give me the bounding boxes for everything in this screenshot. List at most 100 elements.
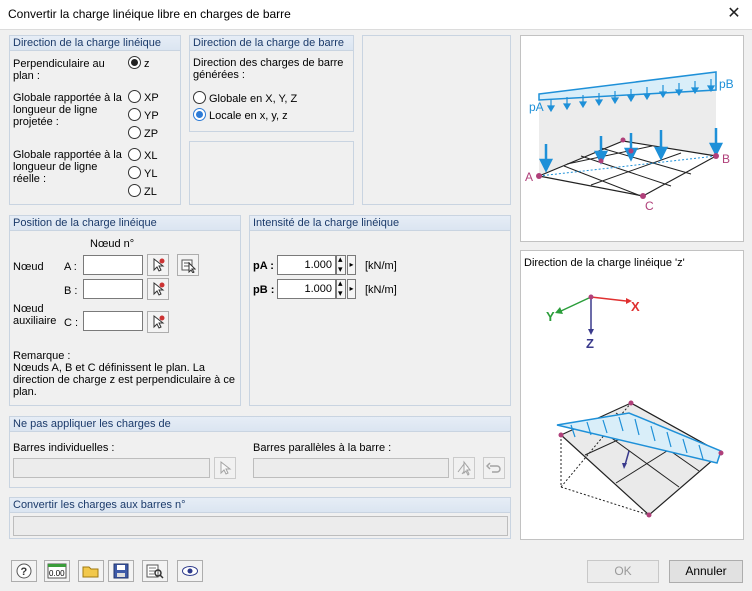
node-b-label: B :	[64, 285, 78, 297]
radio-yl[interactable]	[128, 166, 141, 179]
pick-parallel-icon	[457, 460, 471, 476]
select-node-a-list-button[interactable]	[177, 254, 199, 276]
node-a-input[interactable]	[83, 255, 143, 275]
pick-node-a-button[interactable]	[147, 254, 169, 276]
exclusion-header: Ne pas appliquer les charges de	[10, 417, 510, 432]
pick-cursor-icon	[153, 257, 165, 272]
parallel-members-label: Barres parallèles à la barre :	[253, 442, 392, 454]
node-c-label: C :	[64, 317, 79, 329]
radio-yp-label: YP	[144, 110, 159, 122]
node-a-diagram-label: A	[525, 170, 533, 184]
radio-xp[interactable]	[128, 90, 141, 103]
radio-local-label: Locale en x, y, z	[209, 110, 288, 122]
pb-spinner[interactable]	[336, 278, 346, 299]
preview-diagram-top: pA pB A B C	[520, 35, 744, 242]
real-length-label: Globale rapportée à la longueur de ligne…	[13, 149, 122, 185]
radio-xl-label: XL	[144, 150, 158, 162]
member-load-direction-header: Direction de la charge de barre	[190, 36, 353, 51]
radio-z[interactable]	[128, 56, 141, 69]
window-title: Convertir la charge linéique libre en ch…	[8, 7, 291, 21]
pick-individual-members-button[interactable]	[214, 457, 236, 479]
pa-label: pA :	[253, 260, 274, 272]
view-button[interactable]	[177, 560, 203, 582]
node-b-input[interactable]	[83, 279, 143, 299]
help-button[interactable]: ?	[11, 560, 37, 582]
radio-zp[interactable]	[128, 126, 141, 139]
intensity-group: Intensité de la charge linéique pA : 1.0…	[249, 215, 511, 406]
save-button[interactable]	[108, 560, 134, 582]
radio-local-xyz[interactable]	[193, 108, 206, 121]
convert-members-input[interactable]	[13, 516, 508, 536]
search-button[interactable]	[142, 560, 168, 582]
node-column-header: Nœud n°	[90, 238, 135, 250]
pick-cursor-icon	[220, 460, 232, 475]
aux-node-label: Nœud auxiliaire	[13, 303, 57, 327]
node-c-input[interactable]	[83, 311, 143, 331]
open-folder-icon	[82, 566, 99, 578]
member-load-direction-group: Direction de la charge de barre Directio…	[189, 35, 354, 132]
exclusion-group: Ne pas appliquer les charges de Barres i…	[9, 416, 511, 488]
pa-spinner[interactable]	[336, 254, 346, 275]
pb-label: pB :	[253, 284, 275, 296]
pick-cursor-icon	[153, 281, 165, 296]
radio-xp-label: XP	[144, 92, 159, 104]
pick-cursor-icon	[153, 314, 165, 329]
load-direction-header: Direction de la charge linéique	[10, 36, 180, 51]
radio-xl[interactable]	[128, 148, 141, 161]
empty-box-right	[362, 35, 511, 205]
cancel-button[interactable]: Annuler	[669, 560, 743, 583]
radio-zl-label: ZL	[144, 186, 157, 198]
pb-diagram-label: pB	[719, 77, 734, 91]
preview-diagram-bottom: Direction de la charge linéique 'z' X Y …	[520, 250, 744, 540]
pick-node-c-button[interactable]	[147, 311, 169, 333]
ok-button[interactable]: OK	[587, 560, 659, 583]
parallel-members-input[interactable]	[253, 458, 449, 478]
pa-diagram-label: pA	[529, 100, 544, 114]
pb-unit: [kN/m]	[365, 284, 397, 296]
position-group: Position de la charge linéique Nœud n° N…	[9, 215, 241, 406]
node-label: Nœud	[13, 261, 44, 273]
perpendicular-label: Perpendiculaire au plan :	[13, 58, 105, 82]
convert-group: Convertir les charges aux barres n°	[9, 497, 511, 539]
svg-text:0.00: 0.00	[49, 569, 65, 578]
open-button[interactable]	[78, 560, 104, 582]
position-header: Position de la charge linéique	[10, 216, 240, 231]
remark-text: Nœuds A, B et C définissent le plan. La …	[13, 362, 235, 398]
pb-arrow-button[interactable]: ▸	[347, 279, 356, 299]
radio-yl-label: YL	[144, 168, 158, 180]
help-icon: ?	[16, 563, 32, 579]
individual-members-label: Barres individuelles :	[13, 442, 115, 454]
save-icon	[113, 563, 129, 579]
view-icon	[182, 566, 198, 576]
radio-zp-label: ZP	[144, 128, 159, 140]
undo-selection-button[interactable]	[483, 457, 505, 479]
projected-label: Globale rapportée à la longueur de ligne…	[13, 92, 122, 128]
load-plane-diagram: pA pB A B C	[525, 71, 734, 213]
undo-icon	[486, 462, 501, 473]
node-b-diagram-label: B	[722, 152, 730, 166]
search-icon	[146, 564, 164, 579]
pa-input[interactable]: 1.000	[277, 255, 336, 275]
title-bar: Convertir la charge linéique libre en ch…	[0, 0, 752, 30]
pick-parallel-member-button[interactable]	[453, 457, 475, 479]
intensity-header: Intensité de la charge linéique	[250, 216, 510, 231]
z-axis-label: Z	[586, 336, 594, 351]
node-a-label: A :	[64, 261, 77, 273]
individual-members-input[interactable]	[13, 458, 210, 478]
convert-header: Convertir les charges aux barres n°	[10, 498, 510, 513]
radio-zl[interactable]	[128, 184, 141, 197]
pick-node-b-button[interactable]	[147, 278, 169, 300]
list-select-icon	[181, 259, 196, 273]
x-axis-label: X	[631, 299, 640, 314]
axis-diagram: X Y Z	[546, 294, 724, 518]
close-button[interactable]: ✕	[716, 0, 752, 30]
radio-yp[interactable]	[128, 108, 141, 121]
pb-input[interactable]: 1.000	[277, 279, 336, 299]
node-c-diagram-label: C	[645, 199, 654, 213]
remark-title: Remarque :	[13, 350, 71, 362]
units-button[interactable]: 0.00	[44, 560, 70, 582]
svg-text:?: ?	[21, 566, 28, 578]
radio-global-label: Globale en X, Y, Z	[209, 93, 298, 105]
radio-global-xyz[interactable]	[193, 91, 206, 104]
pa-arrow-button[interactable]: ▸	[347, 255, 356, 275]
